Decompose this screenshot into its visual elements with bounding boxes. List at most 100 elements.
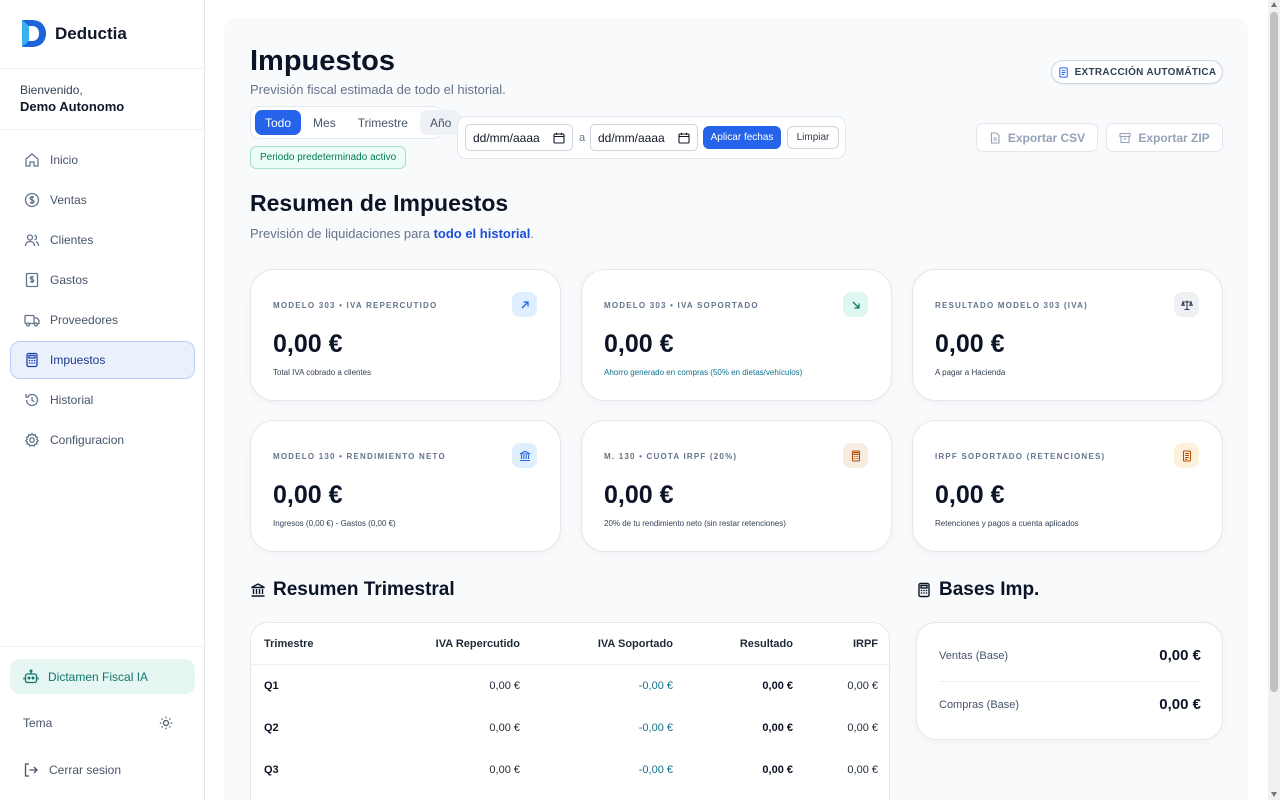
calendar-icon: [678, 132, 690, 144]
page-subtitle: Previsión fiscal estimada de todo el his…: [250, 82, 506, 97]
sidebar-item-label: Gastos: [50, 273, 89, 287]
card-value: 0,00 €: [273, 330, 343, 358]
quarterly-title-text: Resumen Trimestral: [273, 579, 455, 600]
clear-dates-button[interactable]: Limpiar: [787, 126, 839, 149]
cell-iva-repercutido: 0,00 €: [489, 680, 520, 692]
table-row: Q1 0,00 € -0,00 € 0,00 € 0,00 €: [251, 666, 889, 708]
robot-icon: [23, 669, 39, 683]
theme-label: Tema: [23, 716, 53, 730]
summary-sub-prefix: Previsión de liquidaciones para: [250, 226, 434, 241]
bank-icon: [251, 583, 265, 597]
calculator-icon: [851, 449, 860, 462]
card-note: Ahorro generado en compras (50% en dieta…: [604, 368, 803, 377]
cell-iva-soportado: -0,00 €: [638, 680, 673, 692]
col-irpf: IRPF: [852, 638, 878, 650]
scroll-thumb[interactable]: [1270, 12, 1278, 692]
cell-irpf: 0,00 €: [847, 722, 878, 734]
period-todo[interactable]: Todo: [255, 110, 302, 135]
table-header: Trimestre IVA Repercutido IVA Soportado …: [251, 623, 889, 665]
card-cuota-irpf: M. 130 • CUOTA IRPF (20%) 0,00 € 20% de …: [581, 420, 892, 552]
cell-quarter: Q2: [264, 722, 279, 734]
cell-iva-repercutido: 0,00 €: [489, 764, 520, 776]
card-icon-wrap: [1174, 443, 1199, 468]
receipt-icon: [1182, 449, 1191, 462]
summary-sub-highlight: todo el historial: [433, 226, 531, 241]
calculator-icon: [26, 352, 38, 368]
col-trimestre: Trimestre: [264, 638, 314, 650]
sidebar: Deductia Bienvenido, Demo Autonomo Inici…: [0, 0, 205, 800]
receipt-icon: [25, 272, 39, 288]
cell-resultado: 0,00 €: [762, 764, 793, 776]
bases-card: Ventas (Base) 0,00 € Compras (Base) 0,00…: [916, 622, 1223, 740]
dictamen-label: Dictamen Fiscal IA: [48, 669, 149, 684]
scroll-up-arrow[interactable]: [1271, 2, 1277, 7]
sidebar-item-historial[interactable]: Historial: [10, 381, 195, 419]
cell-iva-soportado: -0,00 €: [638, 722, 673, 734]
divider: [0, 129, 205, 130]
sidebar-item-clientes[interactable]: Clientes: [10, 221, 195, 259]
sun-icon[interactable]: [159, 716, 173, 730]
brand[interactable]: Deductia: [20, 19, 127, 48]
card-note: Retenciones y pagos a cuenta aplicados: [935, 519, 1079, 528]
scroll-down-arrow[interactable]: [1271, 792, 1277, 797]
cell-iva-soportado: -0,00 €: [638, 764, 673, 776]
date-to-input[interactable]: dd/mm/aaaa: [590, 124, 698, 151]
period-mes[interactable]: Mes: [303, 110, 346, 135]
export-csv-button[interactable]: Exportar CSV: [976, 123, 1098, 152]
card-rendimiento-neto: MODELO 130 • RENDIMIENTO NETO 0,00 € Ing…: [250, 420, 561, 552]
card-irpf-soportado: IRPF SOPORTADO (RETENCIONES) 0,00 € Rete…: [912, 420, 1223, 552]
logout-label: Cerrar sesion: [49, 763, 122, 777]
export-csv-label: Exportar CSV: [1007, 130, 1086, 145]
export-zip-button[interactable]: Exportar ZIP: [1106, 123, 1223, 152]
dictamen-fiscal-button[interactable]: Dictamen Fiscal IA: [10, 659, 195, 694]
cell-resultado: 0,00 €: [762, 680, 793, 692]
auto-extraction-label: EXTRACCIÓN AUTOMÁTICA: [1074, 66, 1217, 78]
page-scrollbar[interactable]: [1268, 0, 1280, 800]
auto-extraction-button[interactable]: EXTRACCIÓN AUTOMÁTICA: [1051, 60, 1223, 84]
sidebar-item-gastos[interactable]: Gastos: [10, 261, 195, 299]
document-scan-icon: [1058, 66, 1068, 78]
card-icon-wrap: [843, 292, 868, 317]
bases-title-text: Bases Imp.: [939, 579, 1040, 600]
sidebar-item-label: Proveedores: [50, 313, 119, 327]
card-label: MODELO 130 • RENDIMIENTO NETO: [273, 452, 446, 461]
card-label: MODELO 303 • IVA REPERCUTIDO: [273, 301, 438, 310]
sidebar-item-label: Configuracion: [50, 433, 125, 447]
bases-title: Bases Imp.: [916, 579, 1039, 601]
export-zip-label: Exportar ZIP: [1138, 130, 1210, 145]
cell-irpf: 0,00 €: [847, 764, 878, 776]
table-row: Q2 0,00 € -0,00 € 0,00 € 0,00 €: [251, 708, 889, 750]
period-ano[interactable]: Año: [419, 110, 462, 135]
divider: [0, 646, 205, 647]
sidebar-item-inicio[interactable]: Inicio: [10, 141, 195, 179]
sidebar-item-proveedores[interactable]: Proveedores: [10, 301, 195, 339]
sidebar-item-label: Clientes: [50, 233, 94, 247]
card-note: A pagar a Hacienda: [935, 368, 1006, 377]
divider: [0, 68, 205, 69]
dollar-icon: [24, 192, 40, 208]
date-from-input[interactable]: dd/mm/aaaa: [465, 124, 573, 151]
sidebar-item-configuracion[interactable]: Configuracion: [10, 421, 195, 459]
card-note: Ingresos (0,00 €) - Gastos (0,00 €): [273, 519, 396, 528]
bank-icon: [519, 450, 530, 461]
period-trimestre[interactable]: Trimestre: [348, 110, 418, 135]
arrow-down-right-icon: [852, 301, 860, 309]
cell-quarter: Q1: [264, 680, 279, 692]
cell-quarter: Q3: [264, 764, 279, 776]
date-to-value: dd/mm/aaaa: [598, 130, 665, 145]
sidebar-item-impuestos[interactable]: Impuestos: [10, 341, 195, 379]
col-iva-soportado: IVA Soportado: [597, 638, 673, 650]
card-value: 0,00 €: [935, 330, 1005, 358]
card-note: Total IVA cobrado a clientes: [273, 368, 372, 377]
card-value: 0,00 €: [273, 481, 343, 509]
divider: [939, 681, 1201, 682]
date-separator: a: [579, 132, 586, 144]
card-iva-soportado: MODELO 303 • IVA SOPORTADO 0,00 € Ahorro…: [581, 269, 892, 401]
card-icon-wrap: [512, 443, 537, 468]
calculator-icon: [918, 582, 930, 598]
sidebar-item-label: Ventas: [50, 193, 87, 207]
apply-dates-button[interactable]: Aplicar fechas: [703, 126, 781, 149]
sidebar-item-label: Impuestos: [50, 353, 106, 367]
logout-button[interactable]: Cerrar sesion: [23, 762, 121, 778]
sidebar-item-ventas[interactable]: Ventas: [10, 181, 195, 219]
